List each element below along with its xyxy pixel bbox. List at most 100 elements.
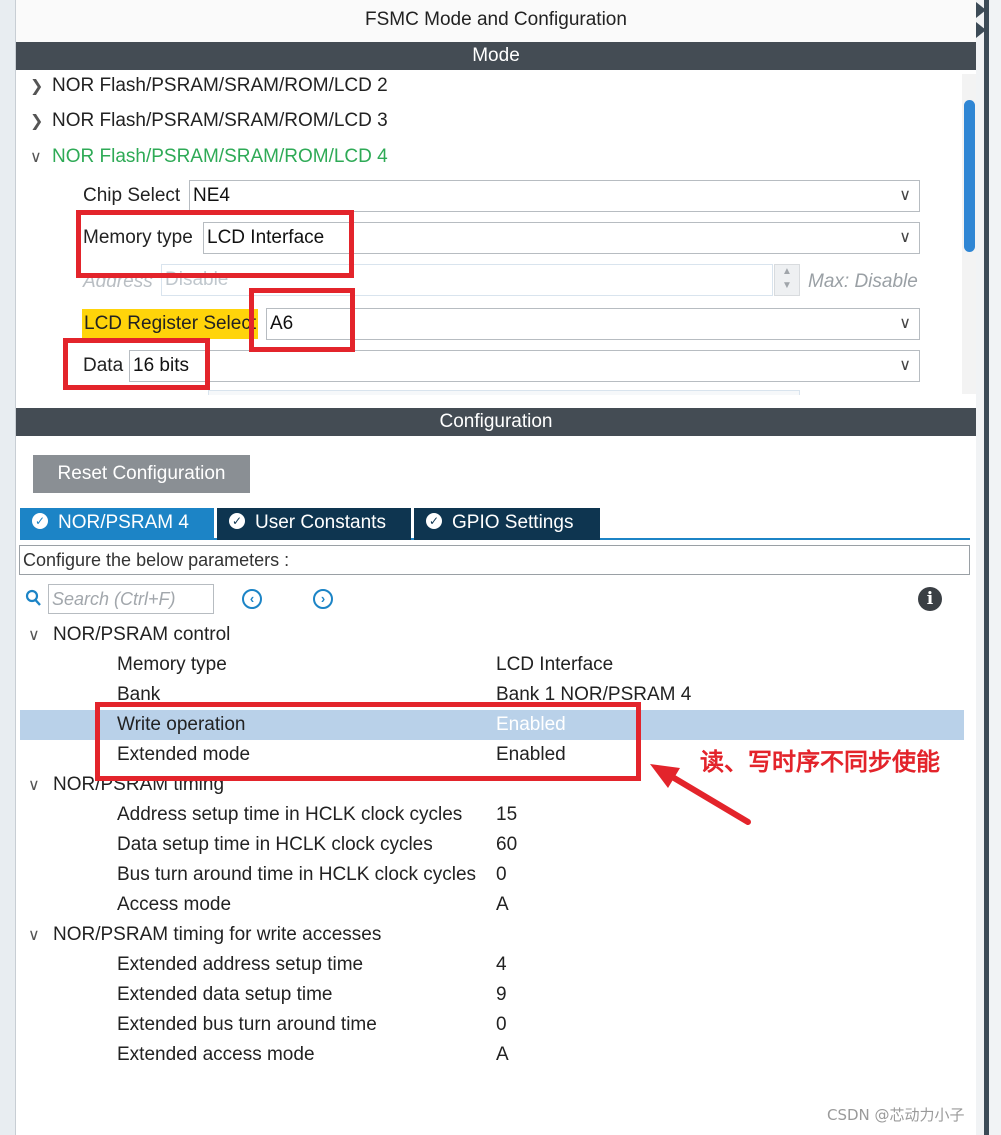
watermark: CSDN @芯动力小子 — [827, 1106, 965, 1124]
memory-type-dropdown[interactable]: LCD Interface ∨ — [203, 222, 920, 254]
chip-select-dropdown[interactable]: NE4 ∨ — [189, 180, 920, 212]
param-row[interactable]: Extended data setup time 9 — [20, 980, 964, 1010]
group-nor-psram-timing[interactable]: ∨ NOR/PSRAM timing — [28, 770, 224, 800]
param-name: Extended address setup time — [117, 954, 364, 975]
param-value: 15 — [496, 804, 518, 825]
param-name: Memory type — [117, 654, 227, 675]
param-value: 60 — [496, 834, 518, 855]
check-circle-icon: ✓ — [229, 512, 245, 529]
tree-item-label: NOR Flash/PSRAM/SRAM/ROM/LCD 4 — [52, 146, 388, 167]
param-value: 0 — [496, 864, 507, 885]
chip-select-value: NE4 — [193, 185, 230, 206]
chevron-down-icon: ∨ — [899, 187, 911, 204]
address-input[interactable]: Disable — [161, 264, 773, 296]
annotation-text: 读、写时序不同步使能 — [700, 748, 940, 776]
reset-configuration-button[interactable]: Reset Configuration — [33, 455, 250, 493]
tree-item-lcd4[interactable]: ∨ NOR Flash/PSRAM/SRAM/ROM/LCD 4 — [30, 142, 388, 172]
tab-user-constants[interactable]: ✓ User Constants — [217, 508, 411, 540]
collapse-arrow-icon[interactable] — [976, 22, 986, 38]
param-name: Address setup time in HCLK clock cycles — [117, 804, 463, 825]
param-value: LCD Interface — [496, 654, 614, 675]
group-title: NOR/PSRAM timing for write accesses — [53, 924, 382, 945]
chip-select-label: Chip Select — [83, 185, 181, 206]
parameters-description: Configure the below parameters : — [19, 545, 970, 575]
window-right-edge — [976, 0, 1001, 1135]
data-width-dropdown[interactable]: 16 bits ∨ — [129, 350, 920, 382]
tree-item-label: NOR Flash/PSRAM/SRAM/ROM/LCD 3 — [52, 110, 388, 131]
param-name: Extended bus turn around time — [117, 1014, 377, 1035]
param-row[interactable]: Extended bus turn around time 0 — [20, 1010, 964, 1040]
window-title: FSMC Mode and Configuration — [16, 0, 976, 42]
param-name: Access mode — [117, 894, 232, 915]
tab-label: GPIO Settings — [452, 512, 574, 533]
window-left-edge — [0, 0, 16, 1135]
address-spinner[interactable]: ▲ ▼ — [774, 264, 800, 296]
memory-type-label: Memory type — [83, 227, 193, 248]
circle-chevron-right-icon[interactable]: › — [313, 589, 333, 609]
lcd-register-select-value: A6 — [270, 313, 294, 334]
param-value: Enabled — [496, 744, 566, 765]
chevron-down-icon: ∨ — [30, 149, 42, 166]
param-value: Bank 1 NOR/PSRAM 4 — [496, 684, 692, 705]
param-row[interactable]: Access mode A — [20, 890, 964, 920]
param-row[interactable]: Data setup time in HCLK clock cycles 60 — [20, 830, 964, 860]
tab-nor-psram-4[interactable]: ✓ NOR/PSRAM 4 — [20, 508, 214, 540]
address-label: Address — [83, 271, 153, 292]
param-value: 9 — [496, 984, 507, 1005]
param-row[interactable]: Bank Bank 1 NOR/PSRAM 4 — [20, 680, 964, 710]
collapse-arrow-icon[interactable] — [976, 2, 986, 18]
param-row[interactable]: Bus turn around time in HCLK clock cycle… — [20, 860, 964, 890]
group-title: NOR/PSRAM control — [53, 624, 231, 645]
mode-scrollbar-thumb[interactable] — [964, 100, 975, 252]
tree-item-lcd3[interactable]: ❯ NOR Flash/PSRAM/SRAM/ROM/LCD 3 — [30, 106, 388, 136]
tab-gpio-settings[interactable]: ✓ GPIO Settings — [414, 508, 600, 540]
param-value: A — [496, 1044, 509, 1065]
param-value: Enabled — [496, 714, 566, 735]
param-row[interactable]: Memory type LCD Interface — [20, 650, 964, 680]
param-row[interactable]: Extended address setup time 4 — [20, 950, 964, 980]
tab-label: NOR/PSRAM 4 — [58, 512, 189, 533]
param-name: Bank — [117, 684, 161, 705]
param-name: Extended data setup time — [117, 984, 333, 1005]
next-field-partial — [208, 390, 800, 395]
configuration-panel: Reset Configuration ✓ NOR/PSRAM 4 ✓ User C… — [16, 436, 976, 1135]
group-nor-psram-control[interactable]: ∨ NOR/PSRAM control — [28, 620, 230, 650]
param-name: Bus turn around time in HCLK clock cycle… — [117, 864, 477, 885]
param-name: Extended mode — [117, 744, 251, 765]
lcd-register-select-dropdown[interactable]: A6 ∨ — [266, 308, 920, 340]
param-row[interactable]: Extended access mode A — [20, 1040, 964, 1070]
param-row-selected[interactable]: Write operation Enabled — [20, 710, 964, 740]
group-nor-psram-write-timing[interactable]: ∨ NOR/PSRAM timing for write accesses — [28, 920, 381, 950]
circle-chevron-left-icon[interactable]: ‹ — [242, 589, 262, 609]
configuration-header: Configuration — [16, 408, 976, 436]
check-circle-icon: ✓ — [32, 512, 48, 529]
param-name: Write operation — [117, 714, 246, 735]
mode-header: Mode — [16, 42, 976, 70]
tab-label: User Constants — [255, 512, 386, 533]
memory-type-value: LCD Interface — [207, 227, 325, 248]
param-value: 4 — [496, 954, 507, 975]
data-width-label: Data — [83, 355, 124, 376]
chevron-down-icon: ∨ — [899, 315, 911, 332]
splitter-strip[interactable] — [984, 0, 989, 1135]
search-icon[interactable] — [25, 588, 43, 610]
address-max-note: Max: Disable — [808, 271, 918, 292]
chevron-right-icon: ❯ — [30, 113, 44, 130]
lcd-register-select-label: LCD Register Select — [82, 309, 259, 339]
tree-item-label: NOR Flash/PSRAM/SRAM/ROM/LCD 2 — [52, 75, 388, 96]
info-icon[interactable]: i — [918, 587, 942, 611]
tree-item-lcd2[interactable]: ❯ NOR Flash/PSRAM/SRAM/ROM/LCD 2 — [30, 71, 388, 101]
param-name: Extended access mode — [117, 1044, 315, 1065]
data-width-value: 16 bits — [133, 355, 189, 376]
param-name: Data setup time in HCLK clock cycles — [117, 834, 433, 855]
group-title: NOR/PSRAM timing — [53, 774, 225, 795]
param-value: A — [496, 894, 509, 915]
mode-panel: ❯ NOR Flash/PSRAM/SRAM/ROM/LCD 2 ❯ NOR Fla… — [16, 70, 976, 395]
search-input[interactable]: Search (Ctrl+F) — [48, 584, 214, 614]
param-row[interactable]: Address setup time in HCLK clock cycles … — [20, 800, 964, 830]
check-circle-icon: ✓ — [426, 512, 442, 529]
chevron-right-icon: ❯ — [30, 78, 44, 95]
chevron-down-icon: ∨ — [28, 627, 40, 644]
chevron-down-icon: ∨ — [899, 357, 911, 374]
chevron-down-icon: ∨ — [28, 777, 40, 794]
